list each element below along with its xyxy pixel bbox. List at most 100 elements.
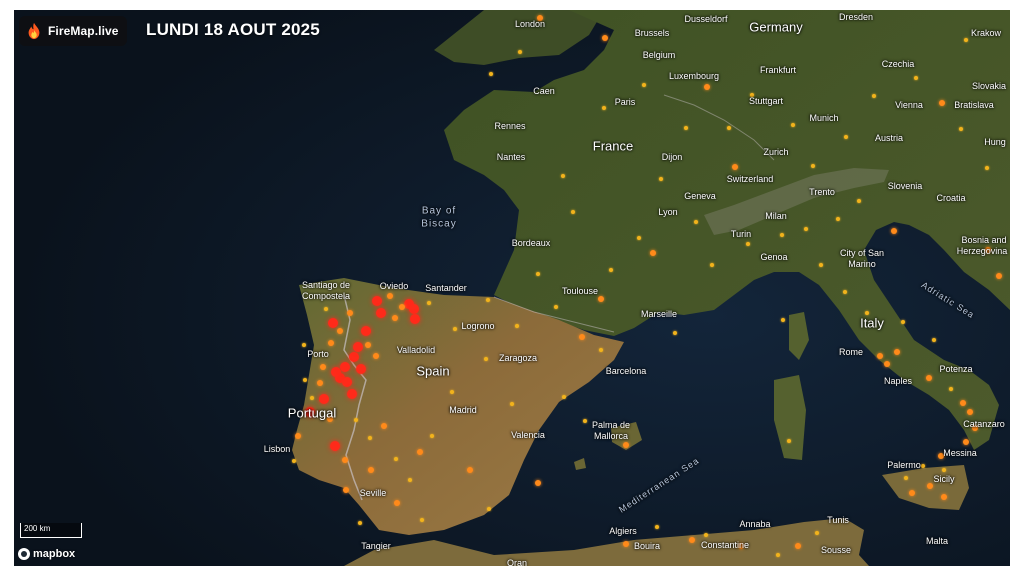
fire-marker-low[interactable] [453, 327, 457, 331]
fire-marker-low[interactable] [746, 242, 750, 246]
fire-marker-high[interactable] [342, 377, 352, 387]
fire-marker-medium[interactable] [295, 433, 301, 439]
fire-marker-low[interactable] [303, 378, 307, 382]
fire-marker-medium[interactable] [387, 293, 393, 299]
fire-marker-low[interactable] [637, 236, 641, 240]
fire-marker-medium[interactable] [381, 423, 387, 429]
fire-marker-medium[interactable] [926, 375, 932, 381]
fire-marker-medium[interactable] [337, 328, 343, 334]
fire-marker-low[interactable] [857, 199, 861, 203]
fire-marker-low[interactable] [964, 38, 968, 42]
fire-marker-low[interactable] [599, 348, 603, 352]
fire-marker-low[interactable] [302, 343, 306, 347]
fire-marker-low[interactable] [819, 263, 823, 267]
fire-marker-low[interactable] [865, 311, 869, 315]
mapbox-attribution[interactable]: mapbox [18, 548, 75, 560]
fire-marker-high[interactable] [349, 352, 359, 362]
fire-marker-low[interactable] [921, 464, 925, 468]
fire-marker-low[interactable] [518, 50, 522, 54]
fire-marker-low[interactable] [358, 521, 362, 525]
fire-marker-medium[interactable] [877, 353, 883, 359]
fire-marker-low[interactable] [811, 164, 815, 168]
fire-marker-medium[interactable] [373, 353, 379, 359]
fire-marker-low[interactable] [791, 123, 795, 127]
fire-marker-low[interactable] [815, 531, 819, 535]
fire-marker-medium[interactable] [941, 494, 947, 500]
map-canvas[interactable]: London Brussels Dusseldorf Dresden Krakow Ger… [14, 10, 1010, 566]
fire-marker-low[interactable] [942, 468, 946, 472]
fire-marker-low[interactable] [394, 457, 398, 461]
fire-marker-low[interactable] [487, 507, 491, 511]
fire-marker-high[interactable] [356, 364, 366, 374]
fire-marker-low[interactable] [985, 166, 989, 170]
fire-marker-medium[interactable] [399, 304, 405, 310]
fire-marker-low[interactable] [843, 290, 847, 294]
fire-marker-medium[interactable] [623, 442, 629, 448]
fire-marker-medium[interactable] [939, 100, 945, 106]
fire-marker-medium[interactable] [392, 315, 398, 321]
fire-marker-medium[interactable] [894, 349, 900, 355]
fire-marker-low[interactable] [776, 553, 780, 557]
fire-marker-low[interactable] [583, 419, 587, 423]
fire-marker-low[interactable] [571, 210, 575, 214]
fire-marker-low[interactable] [602, 106, 606, 110]
fire-marker-low[interactable] [562, 395, 566, 399]
fire-marker-medium[interactable] [795, 543, 801, 549]
fire-marker-medium[interactable] [347, 310, 353, 316]
fire-marker-medium[interactable] [365, 342, 371, 348]
fire-marker-high[interactable] [410, 314, 420, 324]
fire-marker-low[interactable] [659, 177, 663, 181]
fire-marker-medium[interactable] [732, 164, 738, 170]
fire-marker-low[interactable] [427, 301, 431, 305]
fire-marker-medium[interactable] [317, 380, 323, 386]
fire-marker-low[interactable] [932, 338, 936, 342]
fire-marker-medium[interactable] [328, 340, 334, 346]
fire-marker-low[interactable] [609, 268, 613, 272]
fire-marker-medium[interactable] [927, 483, 933, 489]
fire-marker-low[interactable] [368, 436, 372, 440]
fire-marker-medium[interactable] [650, 250, 656, 256]
fire-marker-medium[interactable] [623, 541, 629, 547]
fire-marker-medium[interactable] [342, 457, 348, 463]
fire-marker-medium[interactable] [368, 467, 374, 473]
fire-marker-low[interactable] [959, 127, 963, 131]
fire-marker-high[interactable] [328, 318, 338, 328]
fire-marker-high[interactable] [340, 362, 350, 372]
fire-marker-low[interactable] [408, 478, 412, 482]
fire-marker-high[interactable] [353, 342, 363, 352]
fire-marker-medium[interactable] [579, 334, 585, 340]
fire-marker-low[interactable] [655, 525, 659, 529]
fire-marker-low[interactable] [901, 320, 905, 324]
fire-marker-medium[interactable] [909, 490, 915, 496]
fire-marker-low[interactable] [914, 76, 918, 80]
fire-marker-low[interactable] [780, 233, 784, 237]
fire-marker-medium[interactable] [884, 361, 890, 367]
fire-marker-low[interactable] [684, 126, 688, 130]
fire-marker-low[interactable] [536, 272, 540, 276]
fire-marker-low[interactable] [836, 217, 840, 221]
fire-marker-medium[interactable] [417, 449, 423, 455]
brand-badge[interactable]: FireMap.live [19, 16, 127, 46]
fire-marker-low[interactable] [904, 476, 908, 480]
fire-marker-medium[interactable] [996, 273, 1002, 279]
fire-marker-medium[interactable] [960, 400, 966, 406]
fire-marker-medium[interactable] [891, 228, 897, 234]
fire-marker-low[interactable] [450, 390, 454, 394]
fire-marker-low[interactable] [704, 533, 708, 537]
fire-marker-low[interactable] [949, 387, 953, 391]
fire-marker-high[interactable] [376, 308, 386, 318]
fire-marker-low[interactable] [781, 318, 785, 322]
fire-marker-low[interactable] [510, 402, 514, 406]
fire-marker-high[interactable] [372, 296, 382, 306]
fire-marker-medium[interactable] [467, 467, 473, 473]
fire-marker-high[interactable] [409, 304, 419, 314]
fire-marker-low[interactable] [324, 307, 328, 311]
fire-marker-low[interactable] [804, 227, 808, 231]
fire-marker-medium[interactable] [343, 487, 349, 493]
fire-marker-low[interactable] [489, 72, 493, 76]
fire-marker-low[interactable] [727, 126, 731, 130]
fire-marker-medium[interactable] [963, 439, 969, 445]
fire-marker-low[interactable] [673, 331, 677, 335]
fire-marker-low[interactable] [710, 263, 714, 267]
fire-marker-low[interactable] [292, 459, 296, 463]
